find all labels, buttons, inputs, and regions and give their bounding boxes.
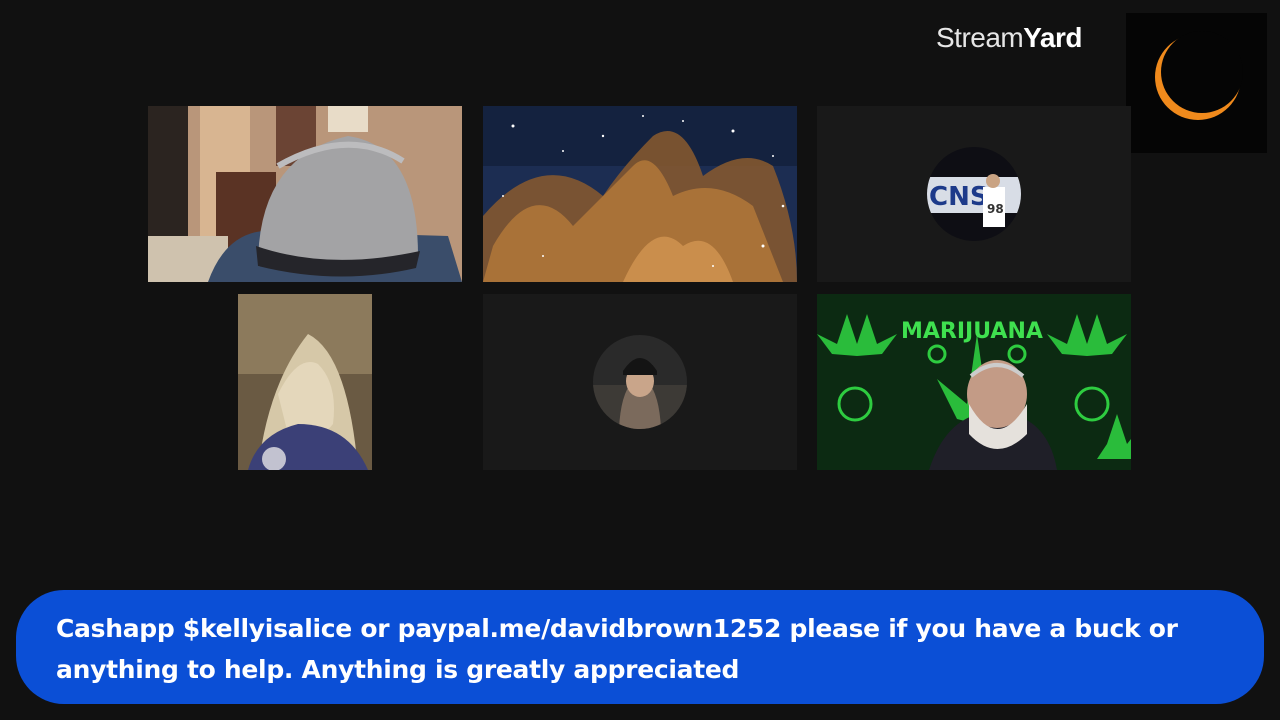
badge-text: CNS: [929, 182, 989, 212]
jersey-number: 98: [987, 202, 1004, 216]
streamyard-logo: StreamYard: [936, 22, 1082, 54]
camera-feed-blonde: [238, 294, 372, 470]
avatar-image: CNS 98: [927, 147, 1021, 241]
participant-avatar-1: CNS 98: [927, 147, 1021, 241]
camera-feed-nebula: [483, 106, 797, 282]
brand-prefix: Stream: [936, 22, 1024, 53]
participant-tile-hat[interactable]: [148, 106, 462, 282]
banner-text: Cashapp $kellyisalice or paypal.me/david…: [56, 614, 1178, 684]
participant-tile-blonde[interactable]: [238, 294, 372, 470]
donation-banner: Cashapp $kellyisalice or paypal.me/david…: [16, 590, 1264, 704]
participant-tile-nebula[interactable]: [483, 106, 797, 282]
stream-stage: StreamYard CNS 98 MARIJUANA Cashapp $kel…: [0, 0, 1280, 720]
participant-tile-avatar-2[interactable]: [483, 294, 797, 470]
brand-suffix: Yard: [1023, 22, 1082, 53]
camera-feed-marijuana: MARIJUANA: [817, 294, 1131, 470]
crescent-moon-icon: [1155, 31, 1243, 120]
channel-logo: [1126, 13, 1267, 153]
avatar-image: [593, 335, 687, 429]
camera-feed-hat: [148, 106, 462, 282]
participant-tile-marijuana[interactable]: MARIJUANA: [817, 294, 1131, 470]
participant-avatar-2: [593, 335, 687, 429]
marijuana-text: MARIJUANA: [901, 319, 1043, 344]
participant-tile-avatar-1[interactable]: CNS 98: [817, 106, 1131, 282]
